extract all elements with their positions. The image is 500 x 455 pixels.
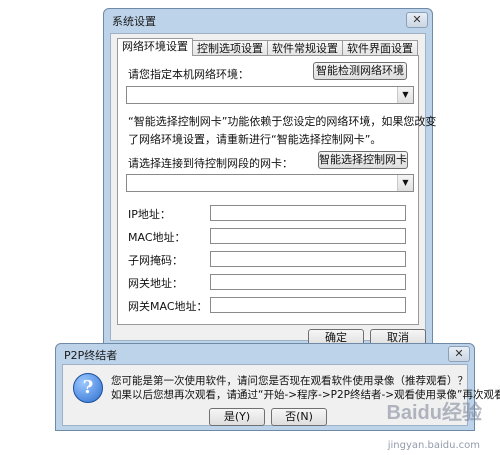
baidu-watermark-url: jingyan.baidu.com	[387, 440, 480, 451]
info-text-line2: 了网络环境设置，请重新进行“智能选择控制网卡”。	[128, 133, 382, 146]
chevron-down-icon: ▼	[397, 87, 413, 103]
gateway-mac-label: 网关MAC地址：	[128, 300, 208, 313]
tab-general-settings[interactable]: 软件常规设置	[267, 40, 343, 56]
question-icon: ?	[73, 373, 103, 403]
no-button[interactable]: 否(N)	[271, 408, 327, 426]
nic-label: 请选择连接到待控制网段的网卡：	[128, 157, 293, 170]
detect-network-button[interactable]: 智能检测网络环境	[313, 62, 407, 80]
gateway-mac-field[interactable]	[210, 297, 406, 313]
gateway-field[interactable]	[210, 274, 406, 290]
close-button[interactable]: ✕	[406, 12, 428, 28]
mac-field[interactable]	[210, 228, 406, 244]
window-title: 系统设置	[112, 15, 156, 28]
select-nic-button[interactable]: 智能选择控制网卡	[318, 151, 408, 169]
dialog-message-line1: 您可能是第一次使用软件，请问您是否现在观看软件使用录像（推荐观看）？	[111, 375, 468, 387]
window-client-area: 网络环境设置 控制选项设置 软件常规设置 软件界面设置 请您指定本机网络环境： …	[110, 33, 436, 347]
gateway-label: 网关地址：	[128, 277, 183, 290]
mask-label: 子网掩码：	[128, 254, 183, 267]
info-text-line1: “智能选择控制网卡”功能依赖于您设定的网络环境，如果您改变	[128, 115, 437, 128]
tab-network-environment[interactable]: 网络环境设置	[117, 38, 193, 56]
ip-label: IP地址：	[128, 208, 171, 221]
close-icon: ✕	[412, 13, 422, 26]
mask-field[interactable]	[210, 251, 406, 267]
close-icon: ✕	[454, 347, 464, 360]
ip-field[interactable]	[210, 205, 406, 221]
chevron-down-icon: ▼	[397, 175, 413, 191]
nic-select[interactable]: ▼	[126, 174, 414, 192]
network-env-label: 请您指定本机网络环境：	[128, 68, 249, 81]
tab-interface-settings[interactable]: 软件界面设置	[342, 40, 418, 56]
tab-strip: 网络环境设置 控制选项设置 软件常规设置 软件界面设置	[117, 38, 418, 56]
dialog-close-button[interactable]: ✕	[448, 346, 470, 362]
dialog-title: P2P终结者	[64, 349, 118, 362]
yes-button[interactable]: 是(Y)	[209, 408, 265, 426]
baidu-watermark-logo: Baidu经验	[386, 402, 482, 424]
mac-label: MAC地址：	[128, 231, 186, 244]
tab-control-options[interactable]: 控制选项设置	[192, 40, 268, 56]
settings-window: 系统设置 ✕ 网络环境设置 控制选项设置 软件常规设置 软件界面设置 请您指定本…	[103, 8, 436, 348]
network-env-select[interactable]: ▼	[126, 86, 414, 104]
network-settings-panel: 请您指定本机网络环境： 智能检测网络环境 ▼ “智能选择控制网卡”功能依赖于您设…	[117, 55, 436, 325]
